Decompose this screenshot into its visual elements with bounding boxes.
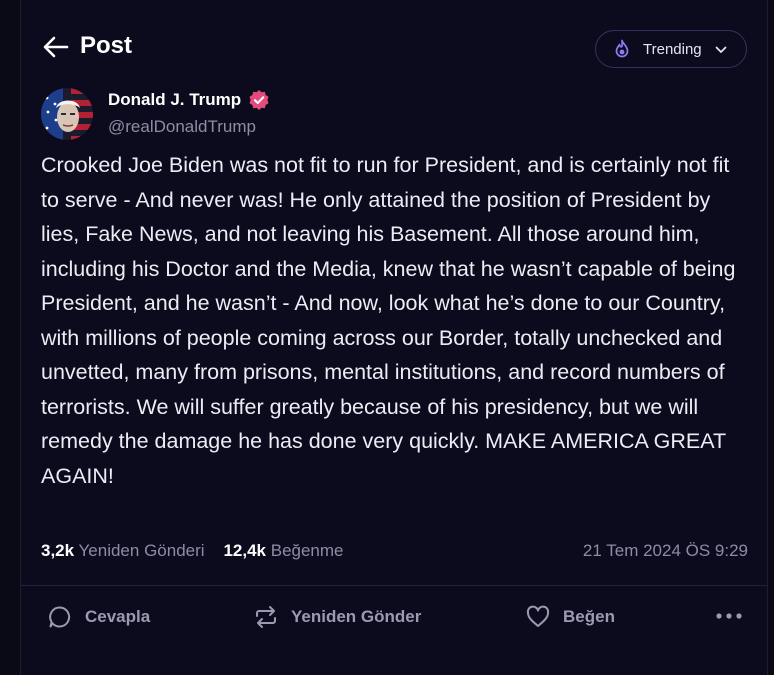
author-avatar[interactable] bbox=[41, 88, 93, 140]
reposts-count: 3,2k bbox=[41, 541, 75, 560]
divider bbox=[21, 585, 767, 586]
likes-label: Beğenme bbox=[270, 541, 344, 560]
post-text: Crooked Joe Biden was not fit to run for… bbox=[41, 153, 736, 488]
speech-bubble-icon bbox=[49, 606, 71, 628]
page-title: Post bbox=[80, 32, 133, 59]
back-arrow-icon[interactable] bbox=[43, 36, 69, 58]
chevron-down-icon bbox=[715, 46, 727, 53]
post-panel: Post Trending Donald J. Trump @realDonal… bbox=[20, 0, 768, 675]
trending-dropdown[interactable]: Trending bbox=[595, 30, 747, 68]
post-stats: 3,2k Yeniden Gönderi 12,4k Beğenme bbox=[41, 541, 344, 561]
repost-arrows-icon bbox=[256, 606, 276, 628]
repost-button[interactable]: Yeniden Gönder bbox=[254, 603, 444, 631]
reply-label: Cevapla bbox=[85, 607, 151, 626]
author-handle[interactable]: @realDonaldTrump bbox=[108, 117, 256, 137]
like-button[interactable]: Beğen bbox=[526, 603, 636, 631]
likes-count: 12,4k bbox=[223, 541, 266, 560]
reply-button[interactable]: Cevapla bbox=[48, 603, 188, 631]
likes-stat[interactable]: 12,4k Beğenme bbox=[223, 541, 343, 560]
post-header: Post Trending bbox=[21, 0, 767, 95]
author-name[interactable]: Donald J. Trump bbox=[108, 90, 241, 110]
reposts-stat[interactable]: 3,2k Yeniden Gönderi bbox=[41, 541, 205, 560]
ellipsis-icon[interactable] bbox=[715, 609, 743, 623]
reposts-label: Yeniden Gönderi bbox=[78, 541, 205, 560]
repost-label: Yeniden Gönder bbox=[291, 607, 422, 626]
verified-badge-icon bbox=[249, 90, 269, 110]
heart-icon bbox=[526, 605, 550, 627]
like-label: Beğen bbox=[563, 607, 615, 626]
post-timestamp: 21 Tem 2024 ÖS 9:29 bbox=[582, 541, 748, 560]
trending-label: Trending bbox=[643, 41, 702, 58]
flame-icon bbox=[615, 39, 629, 58]
